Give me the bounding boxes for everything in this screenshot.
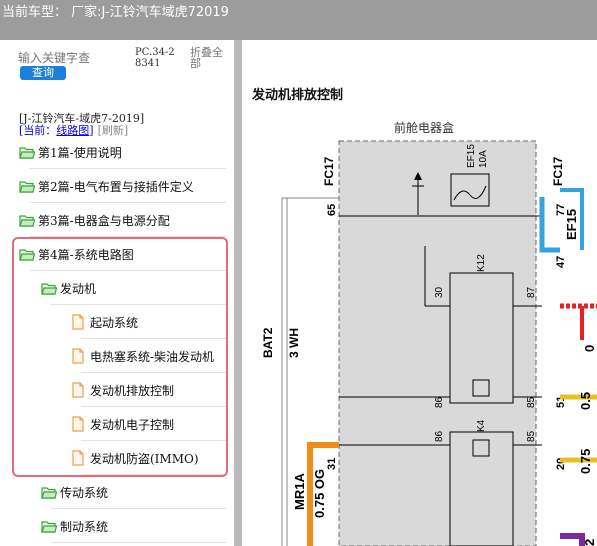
fuse-symbol [450,173,490,207]
bat2-label: BAT2 [261,327,275,358]
wiring-diagram: 前舱电器盒 FC17 FC17 EF15 10A BAT2 3 WH EF15 … [261,120,597,546]
tree-separator [51,542,226,543]
tree-item-label: 第2篇-电气布置与接插件定义 [38,179,194,194]
splitter-handle[interactable] [234,40,242,546]
mr1a-label: MR1A [292,473,307,510]
pin-77: 77 [555,204,567,216]
fuse-box-label: 前舱电器盒 [394,120,454,135]
wire-3wh-label: 3 WH [287,328,301,358]
pin-65: 65 [326,204,338,216]
purple-wire [560,533,585,546]
pin-85b: 85 [526,430,537,442]
folder-open-icon [19,146,36,159]
wire-075-label: 0.75 [578,449,593,474]
pin-86b: 86 [434,430,445,442]
tree-item[interactable]: 第1篇-使用说明 [19,135,122,169]
current-vehicle-title: 当前车型： 厂家:J-江铃汽车域虎72019 [2,5,229,20]
diagram-viewer[interactable]: 发动机排放控制 前舱电器盒 FC17 FC17 EF15 10A BAT2 3 … [242,40,597,546]
tree-item-label: 第3篇-电器盒与电源分配 [38,213,170,228]
title-bar: 当前车型： 厂家:J-江铃汽车域虎72019 [0,0,597,40]
wire-2-label: 2 [582,539,597,546]
pin-47: 47 [555,256,567,268]
folder-open-icon [19,180,36,193]
document-code: PC.34-28341 [135,47,175,69]
tree-item[interactable]: 第3篇-电器盒与电源分配 [19,203,170,237]
pin-86a: 86 [434,396,445,408]
tree-item[interactable]: 第2篇-电气布置与接插件定义 [19,169,194,203]
relay-k4-box [449,431,514,546]
pin-85a: 85 [526,396,537,408]
folder-open-icon [41,520,58,533]
pin-31: 31 [326,458,338,470]
fuse-name: EF15 [466,144,477,168]
tree-item-label: 传动系统 [60,485,109,500]
tree-item[interactable]: 传动系统 [41,475,108,509]
pin-87: 87 [526,286,537,298]
wire-0-label: 0 [582,345,597,352]
fc17-left-label: FC17 [322,156,336,186]
selection-highlight [12,237,228,477]
search-input[interactable] [18,51,118,65]
wire-075og-label: 0.75 OG [312,469,327,518]
relay-k12-label: K12 [476,254,487,272]
pin-30: 30 [434,286,445,298]
wire-05-label: 0.5 [578,392,593,410]
tree-item[interactable]: 制动系统 [41,509,108,543]
folder-open-icon [41,486,58,499]
fc17-right-label: FC17 [551,156,565,186]
relay-k4-label: K4 [476,419,487,432]
collapse-all-link[interactable]: 折叠全部 [190,47,230,69]
folder-open-icon [19,214,36,227]
tree-item-label: 制动系统 [60,519,109,534]
fuse-rating: 10A [478,150,489,168]
search-button[interactable]: 查询 [20,66,66,80]
relay-k12-box [449,272,514,404]
tree-item-label: 第1篇-使用说明 [38,145,122,160]
